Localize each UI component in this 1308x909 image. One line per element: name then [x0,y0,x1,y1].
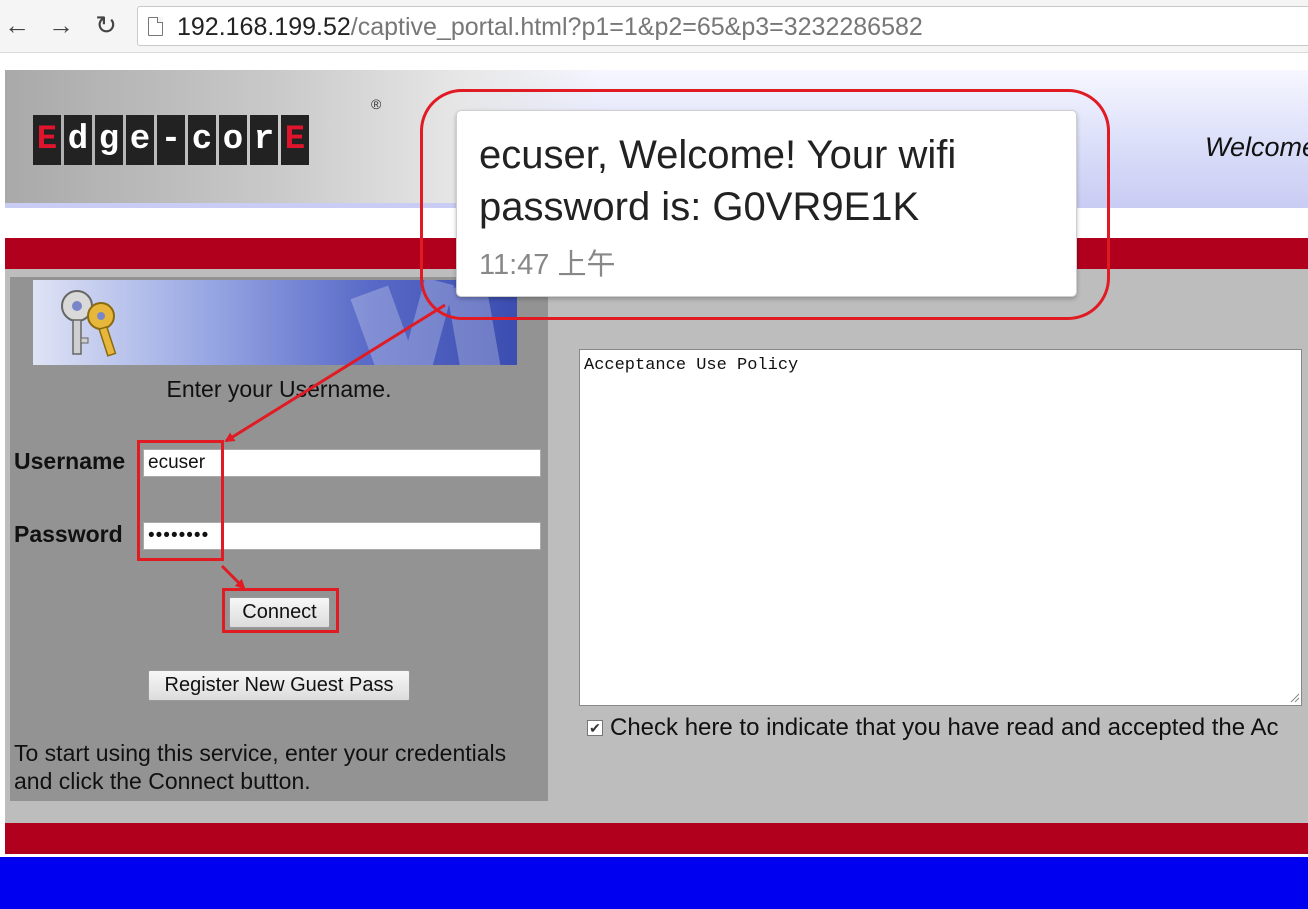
arrow-to-credentials [224,303,446,443]
annotation-arrows [220,303,446,590]
arrow-to-connect [220,564,246,590]
